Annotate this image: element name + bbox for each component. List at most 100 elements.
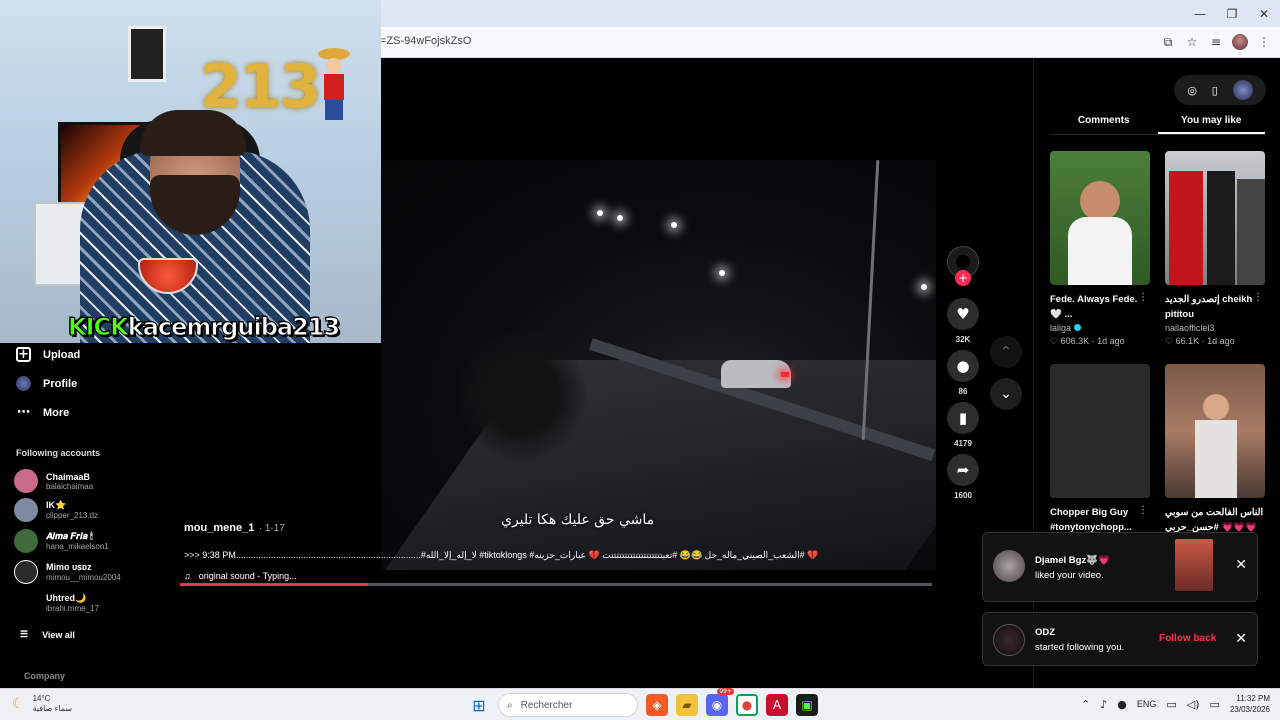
creator-avatar-button[interactable]: + <box>946 246 980 286</box>
volume-icon[interactable]: ◁) <box>1187 698 1200 711</box>
windows-start-icon[interactable]: ⊞ <box>468 694 490 716</box>
follow-back-button[interactable]: Follow back <box>1159 633 1216 644</box>
more-options-icon[interactable]: ⋮ <box>1253 292 1263 303</box>
video-player[interactable]: ماشي حق عليك هكا تليري <box>381 160 936 570</box>
like-notification[interactable]: Djamel Bgz🐺💗 liked your video. ✕ <box>982 532 1258 602</box>
close-window-button[interactable]: ✕ <box>1248 0 1280 27</box>
profile-icon <box>16 376 31 391</box>
clock[interactable]: 11:32 PM 23/03/2026 <box>1230 693 1270 715</box>
account-handle: ibrahi.mme_17 <box>46 604 99 613</box>
nav-profile[interactable]: Profile <box>16 376 77 391</box>
video-date: · 1-17 <box>258 523 285 534</box>
account-name: 𝑨𝒍𝒎𝒂 𝑭𝒓𝒊𝒂 🕯 <box>46 531 93 541</box>
following-account[interactable]: Uhtred🌙 ibrahi.mme_17 <box>14 591 99 615</box>
url-text[interactable]: =ZS-94wFojskZsO <box>380 35 471 47</box>
like-button[interactable]: ♥ 32K <box>946 298 980 344</box>
wall-frame <box>128 26 166 82</box>
webcam-overlay: 213 KICKkacemrguiba213 <box>0 0 381 343</box>
phone-icon[interactable]: ▯ <box>1212 84 1218 97</box>
follow-notification[interactable]: ODZ started following you. Follow back ✕ <box>982 612 1258 666</box>
minimize-button[interactable]: — <box>1184 0 1216 27</box>
chrome-icon[interactable]: ● <box>736 694 758 716</box>
kick-streamer-label: KICKkacemrguiba213 <box>68 313 341 342</box>
company-link[interactable]: Company <box>24 671 65 681</box>
previous-video-button[interactable]: ⌃ <box>990 336 1022 368</box>
media-controls-icon[interactable]: ≡ <box>1208 33 1224 51</box>
time: 11:32 PM <box>1236 694 1270 703</box>
chrome-tray-icon[interactable]: ● <box>1117 698 1127 711</box>
next-video-button[interactable]: ⌄ <box>990 378 1022 410</box>
notification-badge: 99+ <box>717 688 734 695</box>
close-icon[interactable]: ✕ <box>1235 557 1247 573</box>
video-progress-bar[interactable] <box>180 583 932 586</box>
install-app-icon[interactable]: ⧉ <box>1160 33 1176 51</box>
window-controls: — ❐ ✕ <box>1184 0 1280 27</box>
account-name: ChaimaaB <box>46 471 91 482</box>
avatar <box>14 469 38 493</box>
address-bar: =ZS-94wFojskZsO ⧉ ☆ ≡ ⋮ <box>380 27 1280 58</box>
microphone-icon[interactable]: ♪ <box>1100 698 1107 711</box>
nav-more[interactable]: ⋯ More <box>16 405 69 420</box>
following-account[interactable]: Mimo ᴜꜱᴅᴢ mimou__mimou2004 <box>14 560 121 584</box>
verified-icon <box>1073 324 1081 331</box>
search-icon: ⌕ <box>507 699 513 711</box>
account-handle: mimou__mimou2004 <box>46 573 121 582</box>
more-options-icon[interactable]: ⋮ <box>1138 292 1148 303</box>
discord-icon[interactable]: ◉ 99+ <box>706 688 734 716</box>
recommended-video-card[interactable]: الناس الفالحت من سوبي #حسن_حربي 💗💗💗 <box>1165 364 1265 535</box>
save-button[interactable]: ▮ 4179 <box>946 402 980 448</box>
comment-icon: ● <box>947 350 979 382</box>
follow-plus-icon[interactable]: + <box>955 270 971 286</box>
heart-icon: ♥ <box>947 298 979 330</box>
battery-icon[interactable]: ▭ <box>1210 698 1220 711</box>
language-indicator[interactable]: ENG <box>1137 699 1157 709</box>
recommended-video-card[interactable]: Chopper Big Guy #tonytonychopp... ⋮ <box>1050 364 1150 535</box>
date: 23/03/2026 <box>1229 705 1270 714</box>
avatar <box>14 591 38 615</box>
browser-titlebar: — ❐ ✕ <box>380 0 1280 27</box>
account-handle: clipper_213.dz <box>46 511 99 520</box>
more-options-icon[interactable]: ⋮ <box>1138 505 1148 516</box>
restore-button[interactable]: ❐ <box>1216 0 1248 27</box>
nav-profile-label: Profile <box>43 377 78 390</box>
following-account[interactable]: 𝑨𝒍𝒎𝒂 𝑭𝒓𝒊𝒂 🕯 hana_mikaelson1 <box>14 529 109 553</box>
streamer-name: kacemrguiba213 <box>127 313 340 342</box>
tab-comments[interactable]: Comments <box>1050 113 1158 134</box>
app-a-icon[interactable]: A <box>766 694 788 716</box>
browser-profile-avatar[interactable] <box>1232 34 1248 50</box>
save-count: 4179 <box>954 439 972 448</box>
user-avatar[interactable] <box>1232 80 1253 100</box>
following-account[interactable]: IK⭐ clipper_213.dz <box>14 498 98 522</box>
bookmark-star-icon[interactable]: ☆ <box>1184 33 1200 51</box>
video-info: mou_mene_1 · 1-17 >>> 9:38 PM...........… <box>184 518 924 581</box>
screen: — ❐ ✕ =ZS-94wFojskZsO ⧉ ☆ ≡ ⋮ 213 KICKka… <box>0 0 1280 720</box>
notification-text: ODZ started following you. <box>1035 627 1125 653</box>
compass-icon[interactable]: ◎ <box>1187 84 1197 97</box>
comment-button[interactable]: ● 86 <box>946 350 980 396</box>
search-placeholder: Rechercher <box>520 699 573 711</box>
streamer-hair <box>140 110 246 156</box>
close-icon[interactable]: ✕ <box>1235 631 1247 647</box>
video-sound[interactable]: ♫ original sound - Typing... <box>184 571 924 581</box>
video-author[interactable]: mou_mene_1 <box>184 522 254 534</box>
nav-upload[interactable]: + Upload <box>16 347 80 362</box>
card-title: Chopper Big Guy #tonytonychopp... <box>1050 507 1132 533</box>
card-stats: ♡ 606.3K · 1d ago <box>1050 336 1125 346</box>
file-explorer-icon[interactable]: ▰ <box>676 694 698 716</box>
taskbar-search[interactable]: ⌕ Rechercher <box>498 693 638 717</box>
brave-browser-icon[interactable]: ◈ <box>646 694 668 716</box>
following-account[interactable]: ChaimaaB balaichaimaa <box>14 469 93 493</box>
browser-menu-icon[interactable]: ⋮ <box>1256 33 1272 51</box>
recommended-video-card[interactable]: Fede. Always Fede. 🤍 ... laliga ♡ 606.3K… <box>1050 151 1150 347</box>
recommended-video-card[interactable]: إتصدرو الجديد cheikh pititou nailaoffici… <box>1165 151 1265 347</box>
view-all-button[interactable]: ☰ View all <box>20 629 75 640</box>
chevron-up-icon[interactable]: ⌃ <box>1081 698 1090 711</box>
tab-you-may-like[interactable]: You may like <box>1157 113 1265 134</box>
weather-widget[interactable]: ☾ 14°C سماء صافية <box>12 694 72 714</box>
kick-logo-text: KICK <box>68 313 130 342</box>
card-author: laliga <box>1050 323 1150 333</box>
address-bar-icons: ⧉ ☆ ≡ ⋮ <box>1160 33 1272 51</box>
share-button[interactable]: ➦ 1600 <box>946 454 980 500</box>
network-icon[interactable]: ▭ <box>1166 698 1176 711</box>
app-robot-icon[interactable]: ▣ <box>796 694 818 716</box>
